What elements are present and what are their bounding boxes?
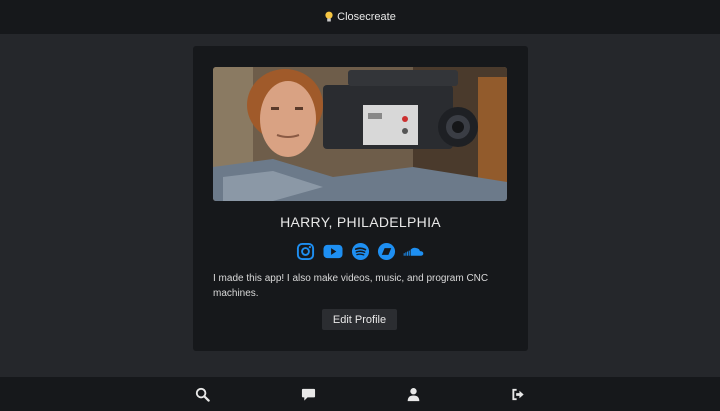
chat-icon <box>301 388 315 401</box>
nav-profile[interactable] <box>405 386 421 402</box>
nav-chat[interactable] <box>300 386 316 402</box>
top-bar: Closecreate <box>0 0 720 34</box>
profile-photo <box>213 67 507 201</box>
user-icon <box>407 387 419 401</box>
bandcamp-icon[interactable] <box>377 242 396 261</box>
profile-card: HARRY, PHILADELPHIA I made this app! I a… <box>193 46 528 351</box>
soundcloud-icon[interactable] <box>403 242 425 261</box>
youtube-icon[interactable] <box>322 242 344 261</box>
bottom-nav <box>0 377 720 411</box>
edit-profile-button[interactable]: Edit Profile <box>322 309 397 330</box>
nav-search[interactable] <box>194 386 210 402</box>
nav-logout[interactable] <box>510 386 526 402</box>
app-title[interactable]: Closecreate <box>337 11 396 23</box>
spotify-icon[interactable] <box>351 242 370 261</box>
lightbulb-icon <box>325 11 333 22</box>
logout-icon <box>511 388 524 400</box>
profile-bio: I made this app! I also make videos, mus… <box>213 273 489 299</box>
instagram-icon[interactable] <box>296 242 315 261</box>
social-links <box>193 242 528 261</box>
search-icon <box>195 387 210 402</box>
profile-name: HARRY, PHILADELPHIA <box>280 214 441 230</box>
